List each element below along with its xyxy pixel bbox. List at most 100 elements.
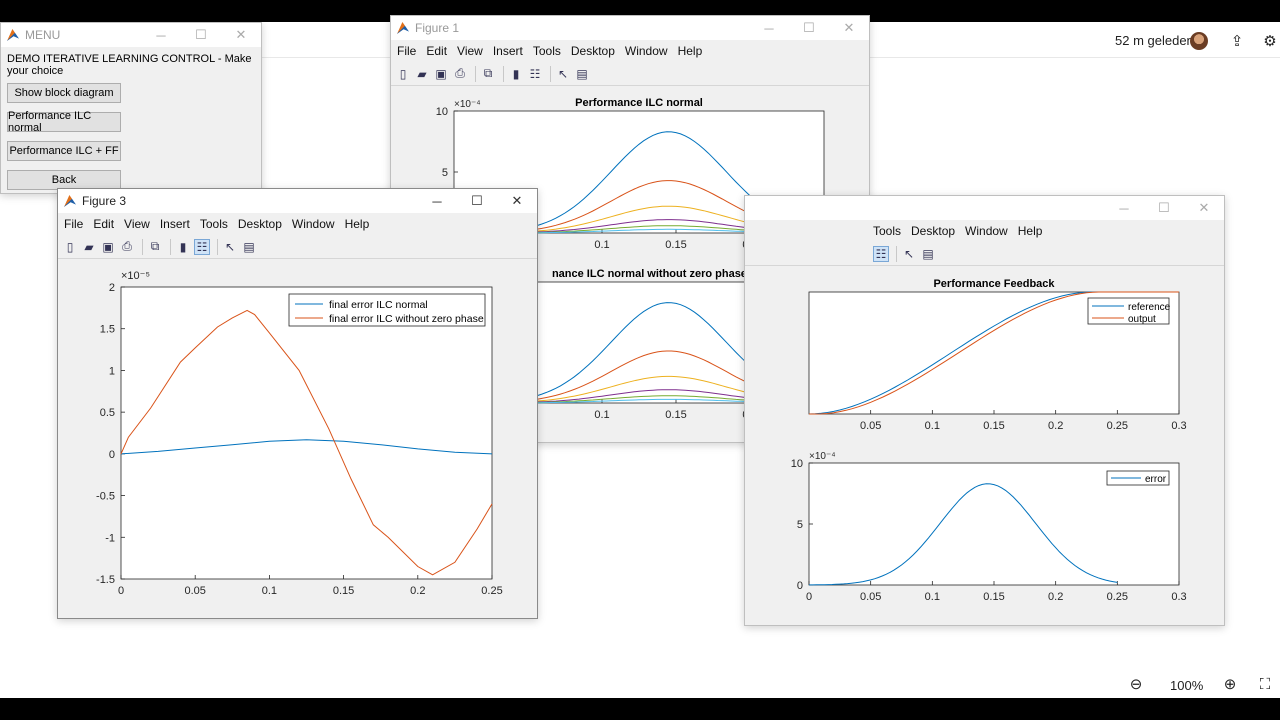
maximize-button[interactable]: ☐ <box>181 23 221 47</box>
open-folder-icon[interactable]: ▰ <box>414 66 430 82</box>
exponent-label: ×10⁻⁴ <box>809 451 836 462</box>
save-icon[interactable]: ▣ <box>100 239 116 255</box>
x-tick-label: 0.3 <box>1171 591 1186 603</box>
back-button[interactable]: Back <box>7 170 121 190</box>
figure1-menubar: File Edit View Insert Tools Desktop Wind… <box>391 40 869 62</box>
menu-tools[interactable]: Tools <box>533 44 561 58</box>
property-inspector-icon[interactable]: ▤ <box>241 239 257 255</box>
menu-view[interactable]: View <box>457 44 483 58</box>
x-tick-label: 0.15 <box>665 239 686 251</box>
x-tick-label: 0.1 <box>594 239 609 251</box>
figure3-titlebar: Figure 3 ─ ☐ ✕ <box>58 189 537 213</box>
x-tick-label: 0.05 <box>860 591 881 603</box>
new-file-icon[interactable]: ▯ <box>395 66 411 82</box>
axes-box <box>120 286 493 580</box>
close-button[interactable]: ✕ <box>829 16 869 40</box>
x-tick-label: 0.25 <box>481 585 502 597</box>
menu-tools[interactable]: Tools <box>873 224 901 238</box>
close-button[interactable]: ✕ <box>1184 196 1224 220</box>
minimize-button[interactable]: ─ <box>417 189 457 213</box>
legend-icon[interactable]: ☷ <box>527 66 543 82</box>
save-icon[interactable]: ▣ <box>433 66 449 82</box>
plot-title: Performance ILC normal <box>575 97 703 109</box>
avatar[interactable] <box>1190 32 1208 50</box>
x-tick-label: 0.25 <box>1107 591 1128 603</box>
property-inspector-icon[interactable]: ▤ <box>920 246 936 262</box>
close-button[interactable]: ✕ <box>497 189 537 213</box>
figure3-window: Figure 3 ─ ☐ ✕ File Edit View Insert Too… <box>57 188 538 619</box>
pointer-icon[interactable]: ↖ <box>901 246 917 262</box>
pointer-icon[interactable]: ↖ <box>222 239 238 255</box>
x-tick-label: 0.15 <box>333 585 354 597</box>
menu-edit[interactable]: Edit <box>426 44 447 58</box>
legend-icon[interactable]: ☷ <box>194 238 210 255</box>
fullscreen-icon[interactable]: ⛶ <box>1254 673 1276 695</box>
matlab-logo-icon <box>64 195 76 207</box>
figure2-menubar: Tools Desktop Window Help <box>745 220 1224 242</box>
timestamp-label: 52 m geleden <box>1115 33 1194 48</box>
performance-ilc-ff-button[interactable]: Performance ILC + FF <box>7 141 121 161</box>
minimize-button[interactable]: ─ <box>141 23 181 47</box>
menu-view[interactable]: View <box>124 217 150 231</box>
x-tick-label: 0.1 <box>925 591 940 603</box>
figure2-plot-canvas: Performance Feedback0.05 0.1 0.15 0.2 0.25 0.… <box>791 278 1187 603</box>
print-icon[interactable]: ⎙ <box>119 239 135 255</box>
x-tick-label: 0 <box>118 585 124 597</box>
new-file-icon[interactable]: ▯ <box>62 239 78 255</box>
menu-help[interactable]: Help <box>678 44 703 58</box>
zoom-out-icon[interactable]: ⊖ <box>1125 673 1147 695</box>
property-inspector-icon[interactable]: ▤ <box>574 66 590 82</box>
x-tick-label: 0.15 <box>983 420 1004 432</box>
minimize-button[interactable]: ─ <box>749 16 789 40</box>
menu-edit[interactable]: Edit <box>93 217 114 231</box>
pointer-icon[interactable]: ↖ <box>555 66 571 82</box>
figure1-title: Figure 1 <box>415 21 460 35</box>
menu-window[interactable]: Window <box>965 224 1008 238</box>
menu-help[interactable]: Help <box>1018 224 1043 238</box>
open-folder-icon[interactable]: ▰ <box>81 239 97 255</box>
minimize-button[interactable]: ─ <box>1104 196 1144 220</box>
zoom-level: 100% <box>1170 678 1204 693</box>
menu-window[interactable]: Window <box>625 44 668 58</box>
maximize-button[interactable]: ☐ <box>789 16 829 40</box>
menu-insert[interactable]: Insert <box>493 44 523 58</box>
x-tick-label: 0 <box>806 591 812 603</box>
plot-title: Performance Feedback <box>933 278 1055 290</box>
menu-desktop[interactable]: Desktop <box>571 44 615 58</box>
menu-window[interactable]: Window <box>292 217 335 231</box>
figure2-toolbar: ☷ ↖ ▤ <box>745 242 1224 266</box>
share-icon[interactable]: ⇪ <box>1226 30 1248 52</box>
y-tick-label: 1 <box>109 365 115 377</box>
maximize-button[interactable]: ☐ <box>1144 196 1184 220</box>
y-tick-label: 2 <box>109 282 115 294</box>
print-icon[interactable]: ⎙ <box>452 66 468 82</box>
x-tick-label: 0.15 <box>983 591 1004 603</box>
close-button[interactable]: ✕ <box>221 23 261 47</box>
figure1-titlebar: Figure 1 ─ ☐ ✕ <box>391 16 869 40</box>
menu-tools[interactable]: Tools <box>200 217 228 231</box>
figure2-titlebar: ─ ☐ ✕ <box>745 196 1224 220</box>
x-tick-label: 0.2 <box>410 585 425 597</box>
settings-icon[interactable]: ⚙ <box>1259 30 1280 52</box>
show-block-diagram-button[interactable]: Show block diagram <box>7 83 121 103</box>
figure3-menubar: File Edit View Insert Tools Desktop Wind… <box>58 213 537 235</box>
y-tick-label: 5 <box>442 167 448 179</box>
performance-ilc-normal-button[interactable]: Performance ILC normal <box>7 110 121 134</box>
menu-help[interactable]: Help <box>345 217 370 231</box>
x-tick-label: 0.25 <box>1107 420 1128 432</box>
x-tick-label: 0.1 <box>925 420 940 432</box>
legend-icon[interactable]: ☷ <box>873 245 889 262</box>
menu-desktop[interactable]: Desktop <box>911 224 955 238</box>
zoom-in-icon[interactable]: ⊕ <box>1219 673 1241 695</box>
link-plot-icon[interactable]: ⧉ <box>147 239 163 255</box>
menu-file[interactable]: File <box>397 44 416 58</box>
link-plot-icon[interactable]: ⧉ <box>480 66 496 82</box>
menu-file[interactable]: File <box>64 217 83 231</box>
menu-desktop[interactable]: Desktop <box>238 217 282 231</box>
x-tick-label: 0.05 <box>860 420 881 432</box>
menu-insert[interactable]: Insert <box>160 217 190 231</box>
colorbar-icon[interactable]: ▮ <box>175 239 191 255</box>
colorbar-icon[interactable]: ▮ <box>508 66 524 82</box>
y-tick-label: 0.5 <box>100 407 115 419</box>
maximize-button[interactable]: ☐ <box>457 189 497 213</box>
